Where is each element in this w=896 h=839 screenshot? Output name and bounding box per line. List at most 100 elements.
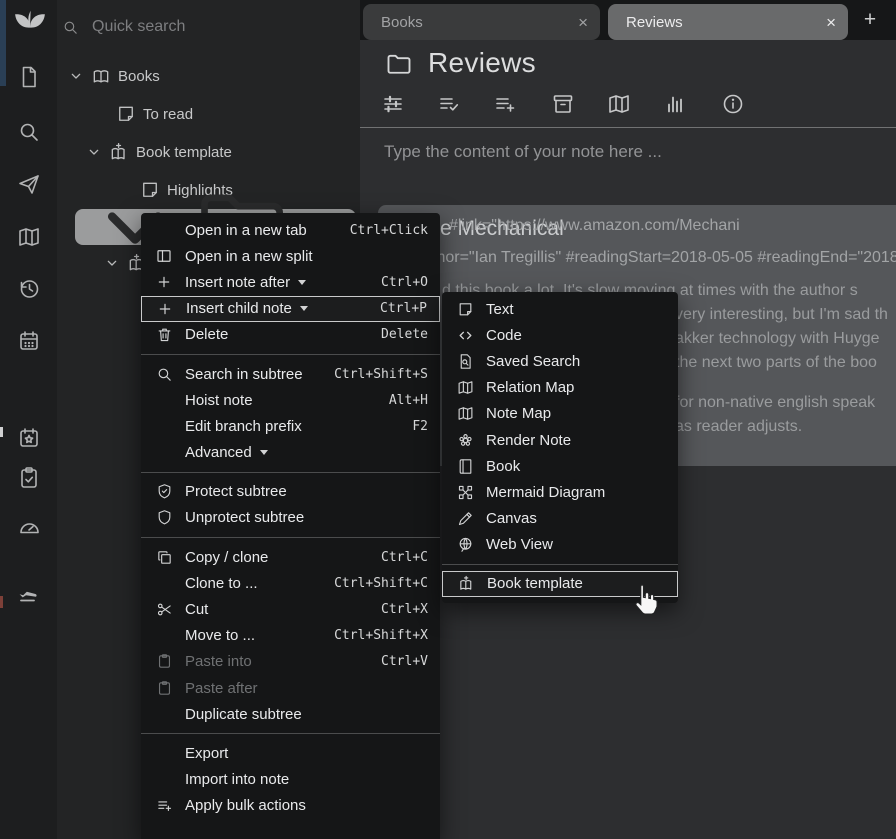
menu-item-import-into-note[interactable]: Import into note [141,767,440,793]
menu-item-unprotect-subtree[interactable]: Unprotect subtree [141,505,440,531]
columns-icon [154,247,174,265]
map-icon[interactable] [607,92,631,116]
menu-item-insert-child-note[interactable]: Insert child note Ctrl+P [141,296,440,322]
submenu-item-render-note[interactable]: Render Note [442,427,678,453]
menu-item-apply-bulk-actions[interactable]: Apply bulk actions [141,793,440,819]
bar-chart-icon[interactable] [663,92,687,116]
trilium-logo-icon [11,7,49,45]
shield-check-icon [154,483,174,501]
trilium-app-window: Quick search Books To read Book template… [0,0,896,839]
clipboard-check-icon[interactable] [17,466,41,490]
caret-down-icon [300,306,308,311]
blank-icon [154,705,174,723]
new-note-icon[interactable] [17,65,41,89]
submenu-item-saved-search[interactable]: Saved Search [442,348,678,374]
menu-item-paste-after[interactable]: Paste after [141,675,440,701]
blank-icon [154,391,174,409]
submenu-item-code[interactable]: Code [442,322,678,348]
mermaid-icon [455,483,475,501]
blank-icon [154,221,174,239]
menu-item-delete[interactable]: Delete Delete [141,322,440,348]
plane-takeoff-icon[interactable] [17,581,41,605]
submenu-item-book[interactable]: Book [442,453,678,479]
plus-icon [155,300,175,318]
submenu-item-relation-map[interactable]: Relation Map [442,375,678,401]
edge-marker-white [0,427,3,437]
menu-separator [141,354,440,355]
note-icon [116,104,136,124]
menu-separator [141,537,440,538]
code-icon [455,326,475,344]
blank-icon [154,744,174,762]
map-icon[interactable] [17,225,41,249]
tab-reviews[interactable]: Reviews × [608,4,848,40]
edge-marker-red [0,596,3,608]
globe-icon [455,536,475,554]
submenu-item-canvas[interactable]: Canvas [442,506,678,532]
sliders-icon[interactable] [381,92,405,116]
chevron-down-icon[interactable] [68,68,84,84]
close-icon[interactable]: × [826,14,836,31]
menu-item-open-in-new-tab[interactable]: Open in a new tab Ctrl+Click [141,217,440,243]
menu-item-open-in-new-split[interactable]: Open in a new split [141,243,440,269]
pen-icon [455,510,475,528]
menu-item-insert-note-after[interactable]: Insert note after Ctrl+O [141,269,440,295]
search-icon[interactable] [17,120,41,144]
trash-icon [154,326,174,344]
calendar-star-icon[interactable] [17,426,41,450]
copy-icon [154,548,174,566]
menu-item-protect-subtree[interactable]: Protect subtree [141,479,440,505]
submenu-item-mermaid-diagram[interactable]: Mermaid Diagram [442,479,678,505]
menu-item-duplicate-subtree[interactable]: Duplicate subtree [141,701,440,727]
scissors-icon [154,601,174,619]
archive-icon[interactable] [551,92,575,116]
menu-item-search-in-subtree[interactable]: Search in subtree Ctrl+Shift+S [141,361,440,387]
tree-item-books[interactable]: Books [68,66,160,86]
submenu-item-text[interactable]: Text [442,296,678,322]
list-plus-icon [154,797,174,815]
new-tab-button[interactable]: + [858,8,882,32]
submenu-item-book-template[interactable]: Book template [442,571,678,597]
list-plus-icon[interactable] [493,92,517,116]
quick-search-icon [62,19,79,36]
tree-context-menu: Open in a new tab Ctrl+Click Open in a n… [141,213,440,839]
send-icon[interactable] [17,172,41,196]
menu-item-paste-into[interactable]: Paste into Ctrl+V [141,649,440,675]
menu-separator [141,472,440,473]
chevron-down-icon[interactable] [104,255,120,271]
menu-item-hoist-note[interactable]: Hoist note Alt+H [141,387,440,413]
menu-item-edit-branch-prefix[interactable]: Edit branch prefix F2 [141,413,440,439]
ribbon-divider [360,127,896,128]
blank-icon [154,771,174,789]
tree-item-to-read[interactable]: To read [116,104,193,124]
note-title[interactable]: Reviews [428,47,536,79]
menu-item-cut[interactable]: Cut Ctrl+X [141,596,440,622]
tree-item-label: To read [143,106,193,123]
menu-item-move-to[interactable]: Move to ... Ctrl+Shift+X [141,623,440,649]
note-icon [455,300,475,318]
caret-down-icon [298,280,306,285]
menu-item-export[interactable]: Export [141,740,440,766]
calendar-icon[interactable] [17,329,41,353]
tab-books[interactable]: Books × [363,4,600,40]
note-type-folder-icon[interactable] [384,50,414,78]
history-icon[interactable] [17,277,41,301]
caret-down-icon [260,450,268,455]
submenu-item-web-view[interactable]: Web View [442,532,678,558]
editor-placeholder[interactable]: Type the content of your note here ... [384,142,662,162]
menu-item-clone-to[interactable]: Clone to ... Ctrl+Shift+C [141,570,440,596]
blank-icon [154,444,174,462]
info-icon[interactable] [721,92,745,116]
submenu-item-note-map[interactable]: Note Map [442,401,678,427]
quick-search-input[interactable]: Quick search [92,18,185,36]
book-card-attributes: thor="Ian Tregillis" #readingStart=2018-… [432,249,896,267]
menu-item-copy-clone[interactable]: Copy / clone Ctrl+C [141,544,440,570]
tab-label: Reviews [626,14,683,31]
book-open-icon [91,66,111,86]
close-icon[interactable]: × [578,14,588,31]
gauge-icon[interactable] [17,516,41,540]
note-type-submenu: Text Code Saved Search Relation Map Note… [442,292,678,603]
book-icon [455,457,475,475]
menu-item-advanced[interactable]: Advanced [141,440,440,466]
list-check-icon[interactable] [437,92,461,116]
